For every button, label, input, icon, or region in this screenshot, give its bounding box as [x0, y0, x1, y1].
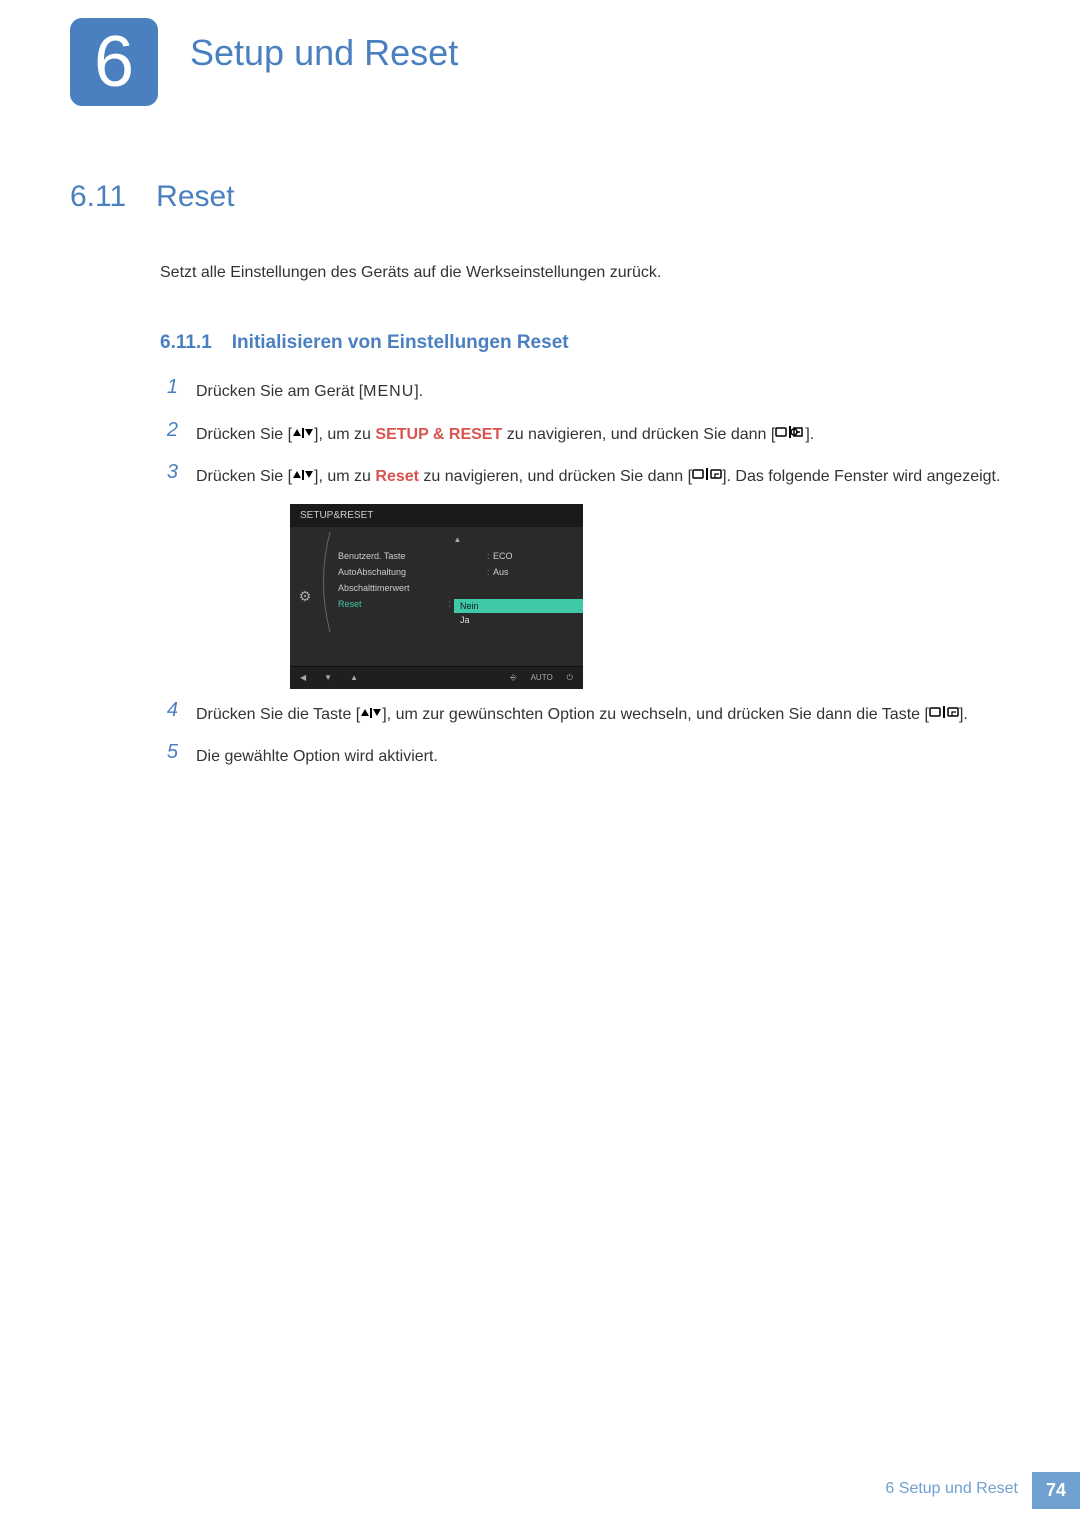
- content-area: 6.11 Reset Setzt alle Einstellungen des …: [70, 180, 1010, 784]
- step-text: Drücken Sie am Gerät [MENU].: [196, 376, 423, 405]
- step-number: 5: [160, 741, 178, 764]
- step-3: 3 Drücken Sie [], um zu Reset zu navigie…: [160, 461, 1010, 490]
- enter-icon: ⎆: [510, 673, 516, 683]
- power-icon: ⏻: [567, 673, 573, 683]
- source-enter-icon: [929, 702, 959, 728]
- page-number: 74: [1032, 1472, 1080, 1509]
- source-enter-icon: [692, 464, 722, 490]
- osd-title: SETUP&RESET: [290, 504, 583, 527]
- footer-text: 6 Setup und Reset: [871, 1472, 1032, 1509]
- step-1: 1 Drücken Sie am Gerät [MENU].: [160, 376, 1010, 405]
- footer: 6 Setup und Reset 74: [871, 1472, 1080, 1509]
- step-text: Drücken Sie [], um zu Reset zu navigiere…: [196, 461, 1000, 490]
- osd-item: Benutzerd. Taste : ECO: [332, 548, 583, 564]
- back-icon: ◀: [300, 673, 306, 683]
- osd-bottom-bar: ◀ ▼ ▲ ⎆ AUTO ⏻: [290, 666, 583, 689]
- step-number: 2: [160, 419, 178, 442]
- subsection-title: Initialisieren von Einstellungen Reset: [232, 332, 569, 354]
- down-icon: ▼: [324, 673, 332, 683]
- step-text: Drücken Sie [], um zu SETUP & RESET zu n…: [196, 419, 814, 448]
- steps-list: 1 Drücken Sie am Gerät [MENU]. 2 Drücken…: [160, 376, 1010, 770]
- menu-button-label: MENU: [363, 383, 414, 400]
- osd-figure: SETUP&RESET ⚙ ▲ Benutzerd. Taste : ECO: [290, 504, 583, 689]
- up-down-icon: [292, 464, 314, 490]
- gear-icon: ⚙: [299, 588, 312, 605]
- up-down-icon: [360, 702, 382, 728]
- step-4: 4 Drücken Sie die Taste [], um zur gewün…: [160, 699, 1010, 728]
- up-down-icon: [292, 422, 314, 448]
- osd-reset-item: Reset : Nein Ja: [332, 596, 583, 630]
- scroll-up-icon: ▲: [332, 535, 583, 544]
- source-enter-icon: [775, 422, 805, 448]
- step-text: Die gewählte Option wird aktiviert.: [196, 741, 438, 770]
- osd-arc-divider: [320, 527, 332, 666]
- step-number: 1: [160, 376, 178, 399]
- step-number: 3: [160, 461, 178, 484]
- intro-text: Setzt alle Einstellungen des Geräts auf …: [160, 264, 1010, 282]
- chapter-number: 6: [94, 21, 134, 103]
- step-5: 5 Die gewählte Option wird aktiviert.: [160, 741, 1010, 770]
- chapter-badge: 6: [70, 18, 158, 106]
- osd-item: Abschalttimerwert: [332, 580, 583, 596]
- reset-label: Reset: [375, 468, 419, 485]
- osd-item: AutoAbschaltung : Aus: [332, 564, 583, 580]
- subsection-number: 6.11.1: [160, 332, 212, 354]
- section-title: Reset: [156, 180, 234, 214]
- osd-reset-yes: Ja: [454, 613, 583, 627]
- step-number: 4: [160, 699, 178, 722]
- section-number: 6.11: [70, 180, 126, 214]
- step-text: Drücken Sie die Taste [], um zur gewünsc…: [196, 699, 968, 728]
- osd-reset-no: Nein: [454, 599, 583, 613]
- page-title: Setup und Reset: [190, 32, 458, 74]
- up-icon: ▲: [350, 673, 358, 683]
- setup-reset-label: SETUP & RESET: [375, 426, 502, 443]
- auto-label: AUTO: [531, 673, 553, 682]
- step-2: 2 Drücken Sie [], um zu SETUP & RESET zu…: [160, 419, 1010, 448]
